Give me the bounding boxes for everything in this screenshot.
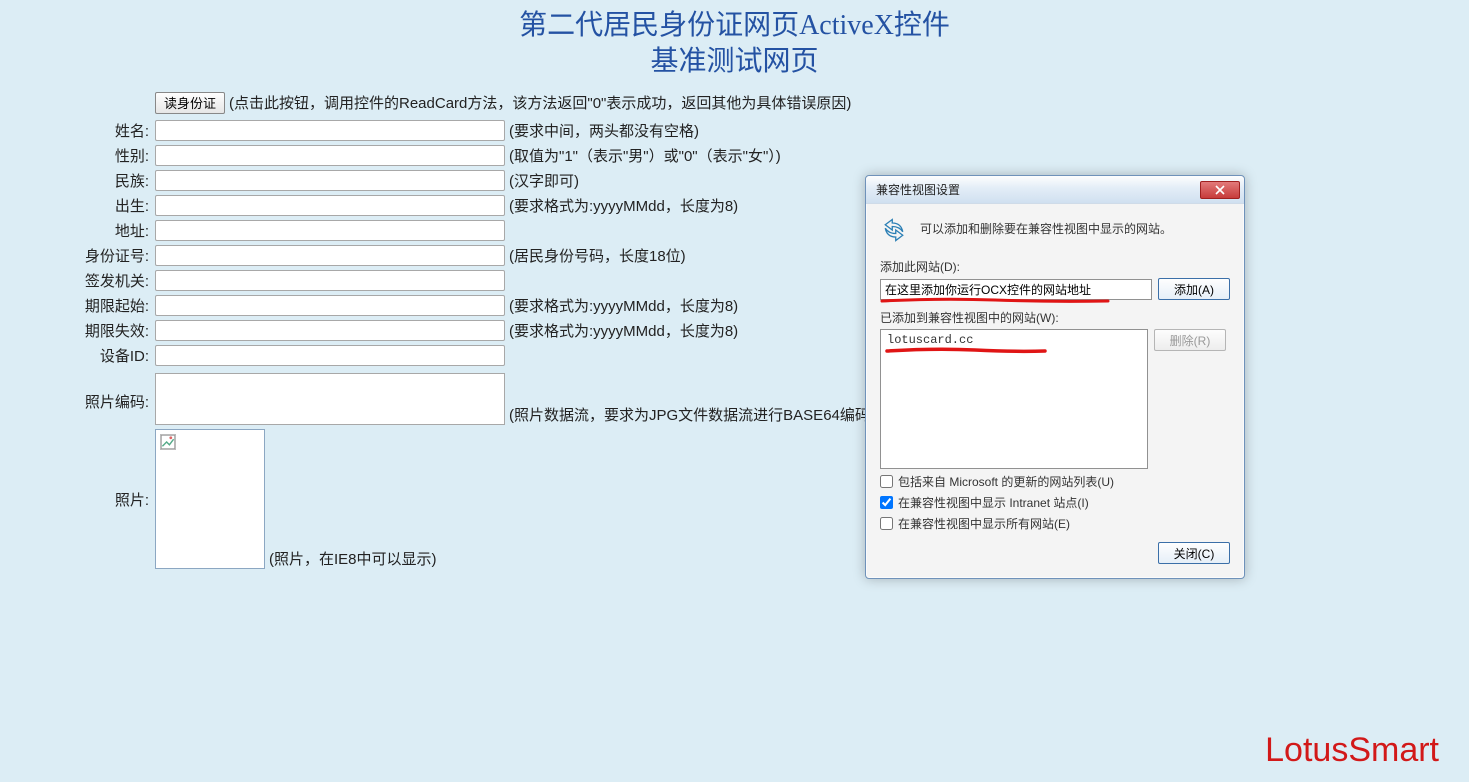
photo-preview [155, 429, 265, 569]
brand-watermark: LotusSmart [1265, 731, 1439, 770]
birth-input[interactable] [155, 195, 505, 216]
photo-label: 照片: [70, 429, 155, 510]
device-label: 设备ID: [70, 345, 155, 366]
nation-label: 民族: [70, 170, 155, 191]
birth-hint: (要求格式为:yyyyMMdd，长度为8) [509, 195, 738, 216]
idno-hint: (居民身份号码，长度18位) [509, 245, 686, 266]
idno-label: 身份证号: [70, 245, 155, 266]
broken-image-icon [160, 434, 176, 450]
close-button[interactable]: 关闭(C) [1158, 542, 1230, 564]
issuer-input[interactable] [155, 270, 505, 291]
page-header: 第二代居民身份证网页ActiveX控件 基准测试网页 [0, 0, 1469, 81]
checkbox-intranet[interactable] [880, 496, 893, 509]
add-button[interactable]: 添加(A) [1158, 278, 1230, 300]
add-site-label: 添加此网站(D): [880, 258, 1230, 275]
start-label: 期限起始: [70, 295, 155, 316]
checkbox-intranet-label: 在兼容性视图中显示 Intranet 站点(I) [898, 494, 1089, 511]
issuer-label: 签发机关: [70, 270, 155, 291]
photo-encode-label: 照片编码: [70, 373, 155, 412]
end-label: 期限失效: [70, 320, 155, 341]
dialog-titlebar[interactable]: 兼容性视图设置 [866, 176, 1244, 204]
dialog-title: 兼容性视图设置 [876, 181, 960, 198]
site-listbox[interactable]: lotuscard.cc [880, 329, 1148, 469]
add-site-input[interactable] [880, 279, 1152, 300]
idno-input[interactable] [155, 245, 505, 266]
photo-encode-textarea[interactable] [155, 373, 505, 425]
nation-hint: (汉字即可) [509, 170, 579, 191]
annotation-underline-2 [885, 346, 1143, 354]
read-card-hint: (点击此按钮，调用控件的ReadCard方法，该方法返回"0"表示成功，返回其他… [229, 92, 851, 113]
name-label: 姓名: [70, 120, 155, 141]
address-label: 地址: [70, 220, 155, 241]
nation-input[interactable] [155, 170, 505, 191]
device-input[interactable] [155, 345, 505, 366]
checkbox-ms-updates[interactable] [880, 475, 893, 488]
name-input[interactable] [155, 120, 505, 141]
address-input[interactable] [155, 220, 505, 241]
start-input[interactable] [155, 295, 505, 316]
dialog-description: 可以添加和删除要在兼容性视图中显示的网站。 [920, 216, 1172, 237]
photo-encode-hint: (照片数据流，要求为JPG文件数据流进行BASE64编码 [509, 404, 870, 425]
site-list-label: 已添加到兼容性视图中的网站(W): [880, 309, 1230, 326]
gender-label: 性别: [70, 145, 155, 166]
checkbox-all-sites[interactable] [880, 517, 893, 530]
id-card-form: 读身份证 (点击此按钮，调用控件的ReadCard方法，该方法返回"0"表示成功… [70, 91, 1469, 569]
checkbox-all-sites-label: 在兼容性视图中显示所有网站(E) [898, 515, 1070, 532]
start-hint: (要求格式为:yyyyMMdd，长度为8) [509, 295, 738, 316]
close-icon[interactable] [1200, 181, 1240, 199]
read-card-button[interactable]: 读身份证 [155, 92, 225, 114]
checkbox-ms-updates-label: 包括来自 Microsoft 的更新的网站列表(U) [898, 473, 1114, 490]
compat-view-icon [880, 216, 908, 244]
end-hint: (要求格式为:yyyyMMdd，长度为8) [509, 320, 738, 341]
page-title-line2: 基准测试网页 [0, 44, 1469, 80]
birth-label: 出生: [70, 195, 155, 216]
page-title-line1: 第二代居民身份证网页ActiveX控件 [0, 8, 1469, 44]
end-input[interactable] [155, 320, 505, 341]
delete-button[interactable]: 删除(R) [1154, 329, 1226, 351]
name-hint: (要求中间，两头都没有空格) [509, 120, 699, 141]
compat-view-dialog: 兼容性视图设置 可以添加和删除要在兼容性视图中显示的网站。 添加此网站(D): … [865, 175, 1245, 579]
photo-hint: (照片，在IE8中可以显示) [269, 548, 437, 569]
gender-hint: (取值为"1"（表示"男"）或"0"（表示"女"）) [509, 145, 781, 166]
gender-input[interactable] [155, 145, 505, 166]
